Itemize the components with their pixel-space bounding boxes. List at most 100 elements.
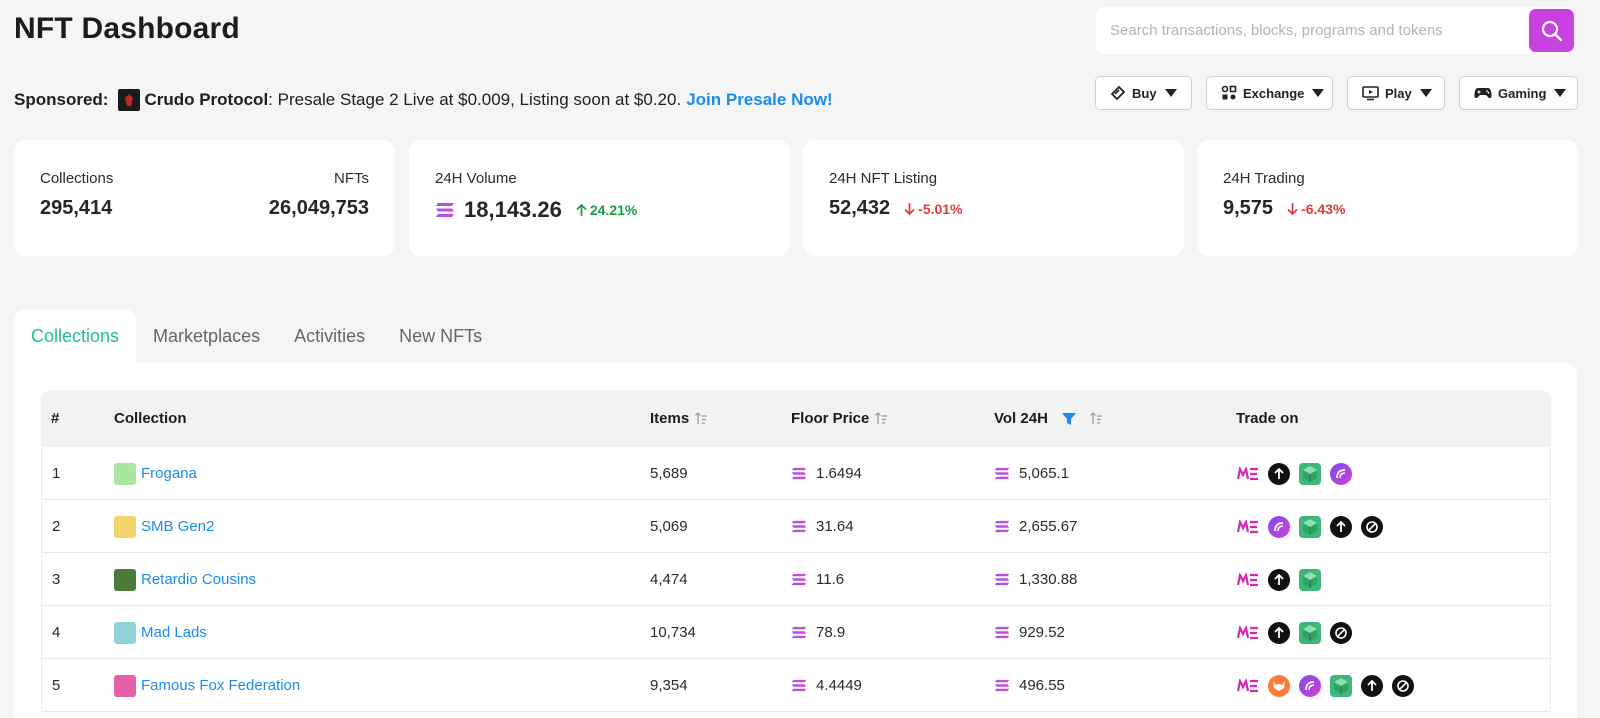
play-menu-button[interactable]: Play [1347,76,1445,110]
exchange-menu-label: Exchange [1243,85,1305,101]
floor-value: 4.4449 [816,677,862,694]
header-vol[interactable]: Vol 24H [994,390,1103,447]
items-cell: 10,734 [650,624,696,641]
collection-link[interactable]: SMB Gen2 [141,518,214,535]
header-vol-label: Vol 24H [994,410,1048,427]
rank-cell: 5 [52,677,61,694]
hyperspace-icon[interactable] [1299,674,1321,697]
filter-icon [1061,412,1076,425]
collection-avatar [114,515,136,538]
listing-value: 52,432 [829,197,891,219]
buy-icon [1110,85,1126,101]
hadeswap-icon[interactable] [1361,515,1383,538]
sniper-icon[interactable] [1330,674,1352,697]
search-input[interactable] [1110,22,1520,39]
volume-change-text: 24.21% [589,202,638,218]
table-row[interactable]: 4 Mad Lads 10,734 78.9 929.52 [41,606,1551,659]
hadeswap-icon[interactable] [1330,621,1352,644]
tab-collections[interactable]: Collections [14,309,137,364]
items-cell: 9,354 [650,677,688,694]
collection-link[interactable]: Mad Lads [141,624,207,641]
header-floor[interactable]: Floor Price [791,390,888,447]
fox-icon[interactable] [1268,674,1290,697]
tensor-icon[interactable] [1268,462,1290,485]
listing-label: 24H NFT Listing [829,170,938,187]
collection-link[interactable]: Frogana [141,465,197,482]
header-items[interactable]: Items [650,390,708,447]
magic-eden-icon[interactable] [1237,675,1259,697]
collection-cell: Famous Fox Federation [114,659,300,712]
hyperspace-icon[interactable] [1330,462,1352,485]
rank-cell: 4 [52,624,61,641]
magic-eden-icon[interactable] [1237,569,1259,591]
collections-label: Collections [40,170,114,187]
vol-cell: 2,655.67 [994,500,1077,553]
hadeswap-icon[interactable] [1392,674,1414,697]
vol-value: 2,655.67 [1019,518,1078,535]
trading-change-text: -6.43% [1301,200,1346,217]
magic-eden-icon[interactable] [1237,463,1259,485]
join-presale-link[interactable]: Join Presale Now! [686,90,832,110]
floor-cell: 78.9 [791,606,845,659]
collection-link[interactable]: Famous Fox Federation [141,677,300,694]
sponsor-name[interactable]: Crudo Protocol [144,90,268,110]
vol-value: 929.52 [1019,624,1065,641]
table-row[interactable]: 5 Famous Fox Federation 9,354 4.4449 496.55 [41,659,1551,712]
sniper-icon[interactable] [1299,515,1321,538]
table-body: 1 Frogana 5,689 1.6494 5,065.1 2 SMB Gen2 5,069… [41,447,1551,712]
volume-label: 24H Volume [435,170,517,187]
nfts-value: 26,049,753 [268,197,369,219]
collection-link[interactable]: Retardio Cousins [141,571,256,588]
collection-avatar [114,621,136,644]
solana-icon [436,203,454,217]
sniper-icon[interactable] [1299,621,1321,644]
tensor-icon[interactable] [1330,515,1352,538]
collection-cell: SMB Gen2 [114,500,214,553]
tab-new-nfts[interactable]: New NFTs [382,309,499,364]
table-row[interactable]: 3 Retardio Cousins 4,474 11.6 1,330.88 [41,553,1551,606]
search-button[interactable] [1529,9,1574,52]
floor-value: 1.6494 [816,465,862,482]
solana-icon [994,467,1010,480]
arrow-down-icon [904,203,915,215]
rank-cell: 1 [52,465,61,482]
sniper-icon[interactable] [1299,568,1321,591]
tensor-icon[interactable] [1361,674,1383,697]
magic-eden-icon[interactable] [1237,516,1259,538]
solana-icon [791,467,807,480]
tensor-icon[interactable] [1268,621,1290,644]
nfts-label: NFTs [334,170,369,187]
sort-icon [695,412,708,424]
gaming-menu-button[interactable]: Gaming [1459,76,1578,110]
trade-on-cell [1237,659,1423,712]
sort-icon [1089,412,1102,424]
collections-panel: # Collection Items Floor Price Vol 24H T… [14,363,1577,718]
tab-marketplaces[interactable]: Marketplaces [136,309,277,364]
gaming-menu-label: Gaming [1498,85,1547,101]
sniper-icon[interactable] [1299,462,1321,485]
exchange-menu-button[interactable]: Exchange [1206,76,1333,110]
trading-label: 24H Trading [1223,170,1305,187]
sort-icon [875,412,888,424]
header-trade: Trade on [1236,410,1299,427]
solana-icon [994,626,1010,639]
page-title: NFT Dashboard [14,12,240,45]
search-box [1096,7,1574,54]
buy-menu-button[interactable]: Buy [1095,76,1192,110]
header-rank: # [51,410,60,427]
items-cell: 5,069 [650,518,688,535]
buy-menu-label: Buy [1132,85,1157,101]
solana-icon [994,520,1010,533]
tab-activities[interactable]: Activities [277,309,382,364]
hyperspace-icon[interactable] [1268,515,1290,538]
tensor-icon[interactable] [1268,568,1290,591]
arrow-up-icon [576,203,587,216]
sponsored-banner: Sponsored: Crudo Protocol : Presale Stag… [14,89,833,111]
play-menu-label: Play [1385,85,1412,101]
table-row[interactable]: 1 Frogana 5,689 1.6494 5,065.1 [41,447,1551,500]
vol-cell: 1,330.88 [994,553,1077,606]
sponsored-label: Sponsored: [14,90,109,109]
collection-avatar [114,462,136,485]
magic-eden-icon[interactable] [1237,622,1259,644]
table-row[interactable]: 2 SMB Gen2 5,069 31.64 2,655.67 [41,500,1551,553]
